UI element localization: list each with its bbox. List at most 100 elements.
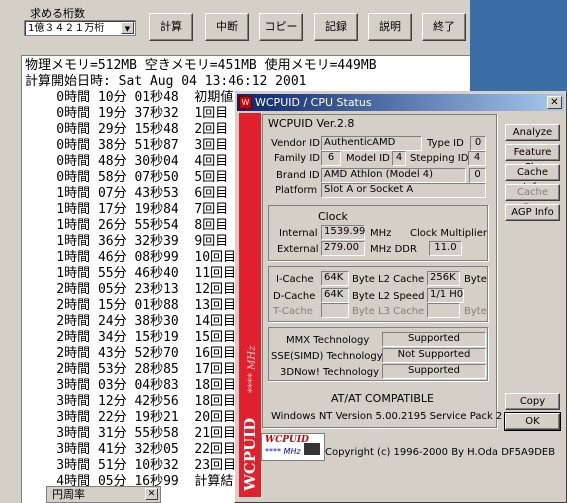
tcache-label: T-Cache: [273, 306, 313, 317]
pi-mini-window[interactable]: 円周率 ✕: [46, 486, 161, 503]
l3cache-value: [427, 303, 460, 318]
output-line: 0時間 19分 37秒32 1回目: [25, 106, 229, 121]
help-button[interactable]: 説明: [368, 13, 412, 41]
vendor-id-label: Vendor ID: [271, 138, 320, 149]
multiplier-label: Clock Multiplier: [410, 228, 487, 239]
output-line: 2時間 05分 23秒13 12回目: [25, 282, 237, 297]
digits-value: 1億３４２１万桁: [28, 23, 105, 34]
tcache-byte-label: Byte: [352, 306, 375, 317]
brand-id-number: 0: [469, 168, 486, 183]
platform-label: Platform: [275, 185, 318, 196]
ok-button[interactable]: OK: [504, 412, 561, 431]
output-line: 3時間 12分 42秒56 18回目: [25, 394, 237, 409]
l2speed-label: L2 Speed: [378, 291, 425, 302]
output-line: 3時間 03分 04秒83 18回目: [25, 378, 237, 393]
output-line: 3時間 22分 19秒21 20回目: [25, 410, 237, 425]
sse-label: SSE(SIMD) Technology: [271, 351, 383, 362]
internal-label: Internal: [279, 228, 318, 239]
logo-subtitle: **** MHz: [247, 345, 258, 393]
app-icon: W: [239, 96, 252, 109]
logo-mhz: **** MHz: [265, 447, 301, 456]
cache-info-button[interactable]: Cache Info: [505, 164, 560, 193]
copy-info-button[interactable]: Copy: [505, 393, 560, 410]
external-label: External: [277, 244, 319, 255]
wcpuid-logo: WCPUID **** MHz: [261, 433, 325, 461]
record-button[interactable]: 記録: [314, 13, 358, 41]
l2cache-label: L2 Cache: [378, 274, 425, 285]
output-line: 2時間 24分 38秒30 14回目: [25, 314, 237, 329]
dcache-label: D-Cache: [273, 291, 316, 302]
output-line: 物理メモリ=512MB 空きメモリ=451MB 使用メモリ=449MB: [25, 58, 377, 73]
chevron-down-icon[interactable]: ▼: [121, 22, 134, 34]
copyright: Copyright (c) 1996-2000 By H.Oda DF5A9DE…: [325, 447, 556, 458]
type-id-label: Type ID: [427, 138, 464, 149]
output-line: 1時間 26分 55秒54 8回目: [25, 218, 229, 233]
clock-label: Clock: [318, 210, 348, 223]
os-version: Windows NT Version 5.00.2195 Service Pac…: [271, 411, 503, 422]
output-line: 0時間 29分 15秒48 2回目: [25, 122, 229, 137]
toolbar: 求める桁数 1億３４２１万桁 ▼ 計算 中断 コピー 記録 説明 終了: [0, 0, 470, 52]
icache-label: I-Cache: [276, 274, 314, 285]
output-line: 3時間 41分 32秒05 22回目: [25, 442, 237, 457]
l2speed-value: 1/1 H0: [427, 288, 464, 303]
agp-info-button[interactable]: AGP Info: [505, 204, 560, 221]
version-label: WCPUID Ver.2.8: [268, 117, 355, 130]
output-line: 2時間 53分 28秒85 17回目: [25, 362, 237, 377]
compat-label: AT/AT COMPATIBLE: [331, 392, 435, 405]
stepping-id-value: 4: [468, 151, 486, 166]
mini-window-title: 円周率: [52, 488, 85, 501]
interrupt-button[interactable]: 中断: [205, 13, 249, 41]
3dnow-value: Supported: [382, 364, 486, 379]
logo-title: WCPUID: [241, 418, 259, 492]
type-id-value: 0: [470, 136, 486, 151]
exit-button[interactable]: 終了: [422, 13, 466, 41]
dcache-value: 64K: [321, 288, 349, 303]
digits-label: 求める桁数: [30, 7, 85, 20]
chip-icon: [304, 443, 320, 455]
output-line: 1時間 36分 32秒39 9回目: [25, 234, 229, 249]
model-id-label: Model ID: [346, 153, 390, 164]
internal-unit: MHz: [370, 228, 392, 239]
mmx-label: MMX Technology: [286, 335, 370, 346]
stepping-id-label: Stepping ID: [410, 153, 469, 164]
dcache-byte-label: Byte: [352, 291, 375, 302]
l2cache-byte-label: Byte: [464, 274, 487, 285]
close-icon[interactable]: ✕: [145, 488, 158, 500]
output-line: 0時間 10分 01秒48 初期値: [25, 90, 234, 105]
output-line: 1時間 17分 19秒84 7回目: [25, 202, 229, 217]
output-line: 2時間 15分 01秒88 13回目: [25, 298, 237, 313]
close-icon[interactable]: ✕: [547, 96, 562, 109]
analyze-button[interactable]: Analyze: [505, 124, 560, 141]
output-line: 1時間 07分 43秒53 6回目: [25, 186, 229, 201]
l3cache-byte-label: Byte: [464, 306, 487, 317]
family-id-label: Family ID: [274, 153, 321, 164]
output-line: 0時間 58分 07秒50 5回目: [25, 170, 229, 185]
model-id-value: 4: [392, 151, 406, 166]
external-clock-value: 279.00: [321, 241, 365, 256]
window-title: WCPUID / CPU Status: [255, 96, 372, 109]
output-line: 1時間 55分 46秒40 11回目: [25, 266, 237, 281]
title-bar[interactable]: W WCPUID / CPU Status ✕: [237, 94, 564, 111]
digits-select[interactable]: 1億３４２１万桁 ▼: [24, 20, 136, 36]
icache-byte-label: Byte: [352, 274, 375, 285]
sse-value: Not Supported: [382, 348, 486, 363]
output-line: 3時間 31分 55秒58 21回目: [25, 426, 237, 441]
cache-reg-button[interactable]: Cache Reg: [505, 184, 560, 213]
l3cache-label: L3 Cache: [378, 306, 425, 317]
calculate-button[interactable]: 計算: [149, 13, 193, 41]
brand-id-value: AMD Athlon (Model 4): [321, 168, 466, 183]
wcpuid-logo-bar: WCPUID **** MHz: [239, 113, 261, 497]
feature-flag-button[interactable]: Feature Flg: [505, 144, 560, 173]
output-line: 0時間 38分 51秒87 3回目: [25, 138, 229, 153]
external-unit: MHz DDR: [370, 244, 417, 255]
vendor-id-value: AuthenticAMD: [321, 136, 422, 151]
output-line: 1時間 46分 08秒99 10回目: [25, 250, 237, 265]
output-line: 2時間 34分 15秒19 15回目: [25, 330, 237, 345]
brand-id-label: Brand ID: [276, 170, 320, 181]
output-line: 計算開始日時: Sat Aug 04 13:46:12 2001: [25, 74, 307, 89]
logo-brand: WCPUID: [265, 435, 309, 445]
icache-value: 64K: [321, 271, 349, 286]
l2cache-value: 256K: [427, 271, 460, 286]
copy-button[interactable]: コピー: [259, 13, 303, 41]
internal-clock-value: 1539.99: [321, 225, 365, 240]
